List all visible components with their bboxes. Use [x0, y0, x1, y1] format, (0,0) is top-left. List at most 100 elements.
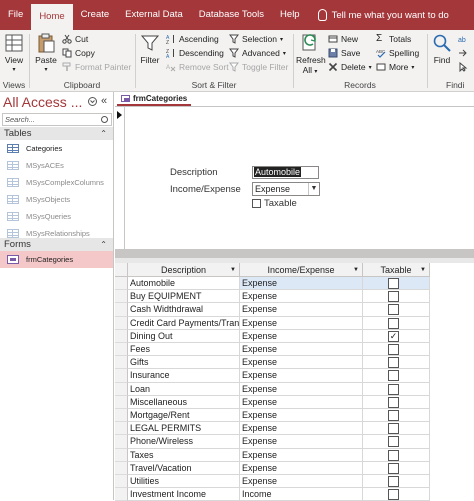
taxable-row-checkbox[interactable]	[388, 410, 399, 421]
row-selector[interactable]	[115, 316, 128, 330]
table-row[interactable]: Loan Expense	[115, 382, 474, 396]
taxable-cell[interactable]	[363, 382, 430, 396]
column-header-taxable[interactable]: Taxable ▼	[363, 263, 430, 277]
replace-button[interactable]: ab	[458, 32, 468, 46]
row-selector[interactable]	[115, 382, 128, 396]
record-selector[interactable]	[115, 107, 125, 249]
taxable-cell[interactable]	[363, 356, 430, 370]
tab-database-tools[interactable]: Database Tools	[191, 0, 272, 30]
taxable-row-checkbox[interactable]	[388, 291, 399, 303]
row-selector[interactable]	[115, 343, 128, 357]
income-expense-combo[interactable]: Expense ▼	[252, 182, 320, 196]
tab-home[interactable]: Home	[31, 4, 73, 30]
income-expense-cell[interactable]: Expense	[240, 369, 363, 383]
description-cell[interactable]: Fees	[128, 343, 240, 357]
description-cell[interactable]: Investment Income	[128, 488, 240, 501]
income-expense-cell[interactable]: Expense	[240, 382, 363, 396]
select-button[interactable]	[458, 60, 468, 74]
row-selector[interactable]	[115, 435, 128, 449]
filter-button[interactable]: Filter	[138, 32, 162, 65]
income-expense-cell[interactable]: Income	[240, 488, 363, 501]
row-selector[interactable]	[115, 395, 128, 409]
description-cell[interactable]: Buy EQUIPMENT	[128, 290, 240, 304]
taxable-row-checkbox[interactable]	[388, 357, 399, 369]
refresh-all-button[interactable]: Refresh All ▾	[296, 32, 326, 77]
row-selector[interactable]	[115, 277, 128, 291]
income-expense-cell[interactable]: Expense	[240, 461, 363, 475]
row-selector[interactable]	[115, 290, 128, 304]
tables-section-header[interactable]: Tables ⌃	[0, 127, 113, 140]
row-selector[interactable]	[115, 303, 128, 317]
format-painter-button[interactable]: Format Painter	[62, 60, 131, 74]
taxable-row-checkbox[interactable]	[388, 423, 399, 435]
nav-menu-dropdown-icon[interactable]	[88, 97, 97, 108]
description-cell[interactable]: Phone/Wireless	[128, 435, 240, 449]
income-expense-cell[interactable]: Expense	[240, 435, 363, 449]
column-header-description[interactable]: Description ▼	[128, 263, 240, 277]
income-expense-cell[interactable]: Expense	[240, 409, 363, 423]
nav-table-categories[interactable]: Categories	[0, 140, 113, 157]
income-expense-cell[interactable]: Expense	[240, 290, 363, 304]
description-cell[interactable]: Mortgage/Rent	[128, 409, 240, 423]
nav-search-input[interactable]: Search...	[2, 113, 112, 126]
table-row[interactable]: Utilities Expense	[115, 475, 474, 489]
more-button[interactable]: More ▾	[376, 60, 414, 74]
row-selector[interactable]	[115, 448, 128, 462]
income-expense-cell[interactable]: Expense	[240, 329, 363, 343]
totals-button[interactable]: Σ Totals	[376, 32, 411, 46]
taxable-cell[interactable]	[363, 475, 430, 489]
row-selector[interactable]	[115, 409, 128, 423]
table-row[interactable]: Gifts Expense	[115, 356, 474, 370]
taxable-row-checkbox[interactable]: ✓	[388, 330, 399, 342]
tab-file[interactable]: File	[0, 0, 31, 30]
description-cell[interactable]: Gifts	[128, 356, 240, 370]
ascending-button[interactable]: AZ Ascending	[166, 32, 219, 46]
column-dropdown-icon[interactable]: ▼	[420, 263, 426, 277]
income-expense-cell[interactable]: Expense	[240, 343, 363, 357]
taxable-cell[interactable]	[363, 395, 430, 409]
go-to-button[interactable]	[458, 46, 468, 60]
taxable-cell[interactable]	[363, 435, 430, 449]
table-row[interactable]: Automobile Expense	[115, 277, 474, 291]
income-expense-cell[interactable]: Expense	[240, 316, 363, 330]
remove-sort-button[interactable]: A Remove Sort	[166, 60, 229, 74]
tab-external-data[interactable]: External Data	[117, 0, 191, 30]
description-cell[interactable]: Miscellaneous	[128, 395, 240, 409]
column-header-income-expense[interactable]: Income/Expense ▼	[240, 263, 363, 277]
taxable-cell[interactable]	[363, 422, 430, 436]
tab-help[interactable]: Help	[272, 0, 308, 30]
taxable-row-checkbox[interactable]	[388, 278, 399, 289]
table-row[interactable]: Phone/Wireless Expense	[115, 435, 474, 449]
row-selector[interactable]	[115, 461, 128, 475]
taxable-cell[interactable]: ✓	[363, 329, 430, 343]
taxable-row-checkbox[interactable]	[388, 383, 399, 395]
income-expense-cell[interactable]: Expense	[240, 448, 363, 462]
nav-form-frmcategories[interactable]: frmCategories	[0, 251, 113, 268]
income-expense-cell[interactable]: Expense	[240, 422, 363, 436]
taxable-cell[interactable]	[363, 461, 430, 475]
column-dropdown-icon[interactable]: ▼	[230, 263, 236, 277]
row-selector[interactable]	[115, 422, 128, 436]
taxable-row-checkbox[interactable]	[388, 396, 399, 408]
taxable-row-checkbox[interactable]	[388, 344, 399, 355]
split-form-splitter[interactable]	[115, 249, 474, 258]
description-cell[interactable]: Loan	[128, 382, 240, 396]
select-all-corner[interactable]	[115, 263, 128, 277]
row-selector[interactable]	[115, 475, 128, 489]
document-tab-frmcategories[interactable]: frmCategories	[117, 93, 192, 106]
table-row[interactable]: Mortgage/Rent Expense	[115, 409, 474, 423]
taxable-row-checkbox[interactable]	[388, 489, 399, 501]
taxable-row-checkbox[interactable]	[388, 436, 399, 448]
taxable-cell[interactable]	[363, 277, 430, 291]
taxable-cell[interactable]	[363, 316, 430, 330]
description-field[interactable]: Automobile	[252, 166, 319, 179]
description-cell[interactable]: Cash Widthdrawal	[128, 303, 240, 317]
nav-table-msysaces[interactable]: MSysACEs	[0, 157, 113, 174]
taxable-row-checkbox[interactable]	[388, 304, 399, 316]
taxable-row-checkbox[interactable]	[388, 449, 399, 461]
income-expense-cell[interactable]: Expense	[240, 277, 363, 291]
table-row[interactable]: Taxes Expense	[115, 448, 474, 462]
collapse-pane-icon[interactable]: «	[101, 95, 107, 107]
description-cell[interactable]: Insurance	[128, 369, 240, 383]
copy-button[interactable]: Copy	[62, 46, 95, 60]
